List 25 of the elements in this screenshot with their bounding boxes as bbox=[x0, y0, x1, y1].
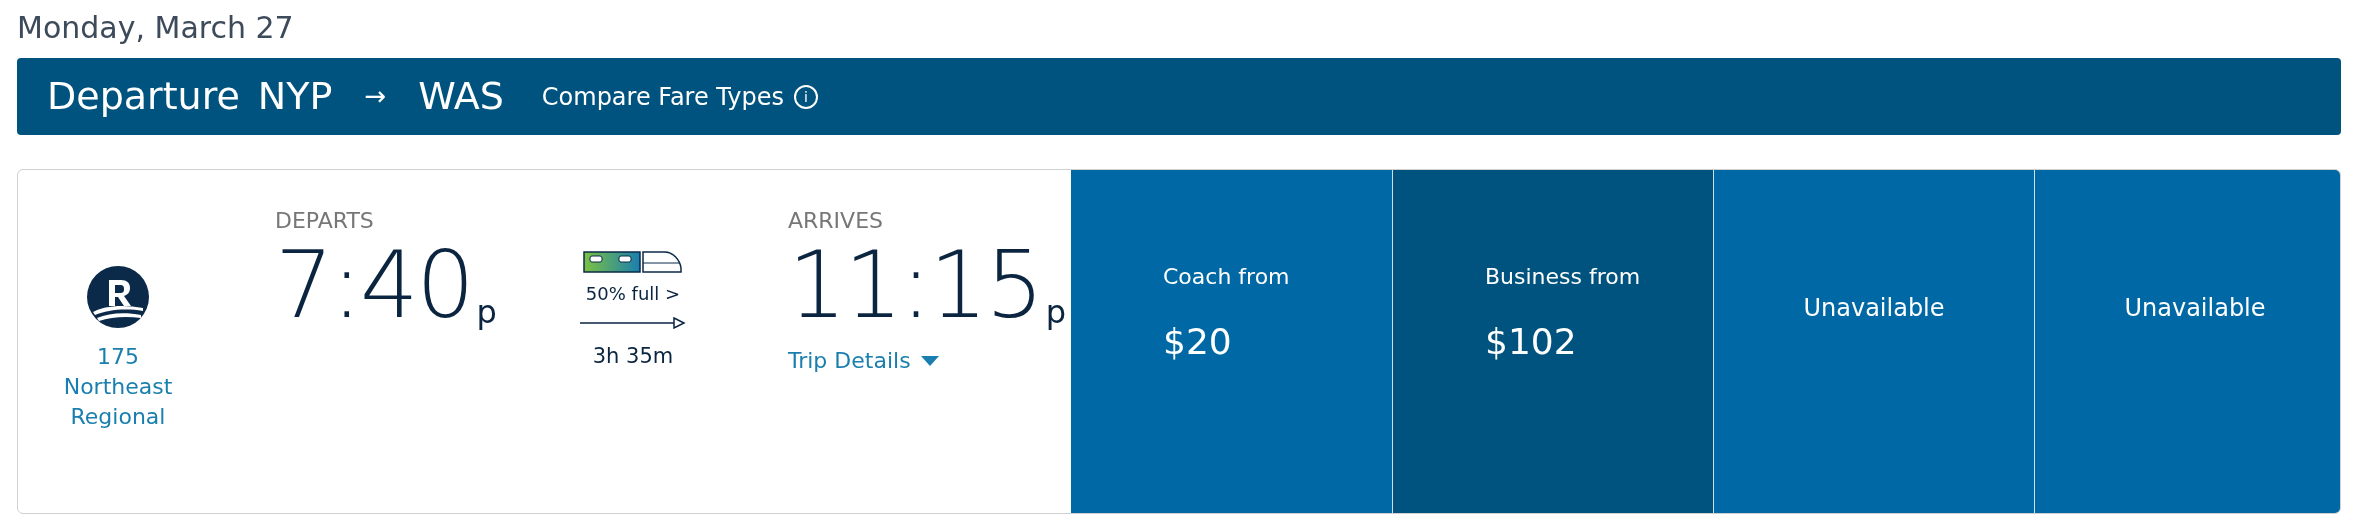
caret-icon bbox=[920, 355, 939, 366]
fare-option[interactable]: Unavailable bbox=[2034, 170, 2340, 513]
occupancy-link[interactable]: 50% full > bbox=[585, 280, 681, 307]
fare-option[interactable]: Unavailable bbox=[1713, 170, 2034, 513]
date-heading: Monday, March 27 bbox=[17, 9, 295, 47]
arrow-glyph: → bbox=[364, 80, 387, 113]
direction-label: Departure bbox=[47, 73, 240, 120]
train-occupancy-icon[interactable] bbox=[583, 250, 683, 274]
ampm-text: p bbox=[476, 296, 497, 328]
time-label: ARRIVES bbox=[788, 210, 885, 232]
train-logo-icon bbox=[87, 266, 149, 328]
destination-code: WAS bbox=[418, 73, 504, 120]
trip-details-link[interactable]: Trip Details bbox=[788, 344, 939, 377]
origin-code: NYP bbox=[257, 73, 333, 120]
train-number-link[interactable]: 175 Northeast Regional bbox=[38, 342, 198, 432]
duration-text: 3h 35m bbox=[592, 343, 674, 370]
time-label: DEPARTS bbox=[275, 210, 375, 232]
fare-option[interactable]: Business from $102 bbox=[1392, 170, 1713, 513]
duration-arrow-icon bbox=[580, 317, 686, 329]
info-icon[interactable]: i bbox=[794, 84, 818, 109]
ampm-text: p bbox=[1045, 296, 1066, 328]
time-value: 7:40 bbox=[275, 240, 473, 332]
time-value: 11:15 bbox=[788, 240, 1042, 332]
fare-option[interactable]: Coach from $20 bbox=[1071, 170, 1392, 513]
compare-fare-types-link[interactable]: Compare Fare Types i bbox=[541, 78, 818, 115]
